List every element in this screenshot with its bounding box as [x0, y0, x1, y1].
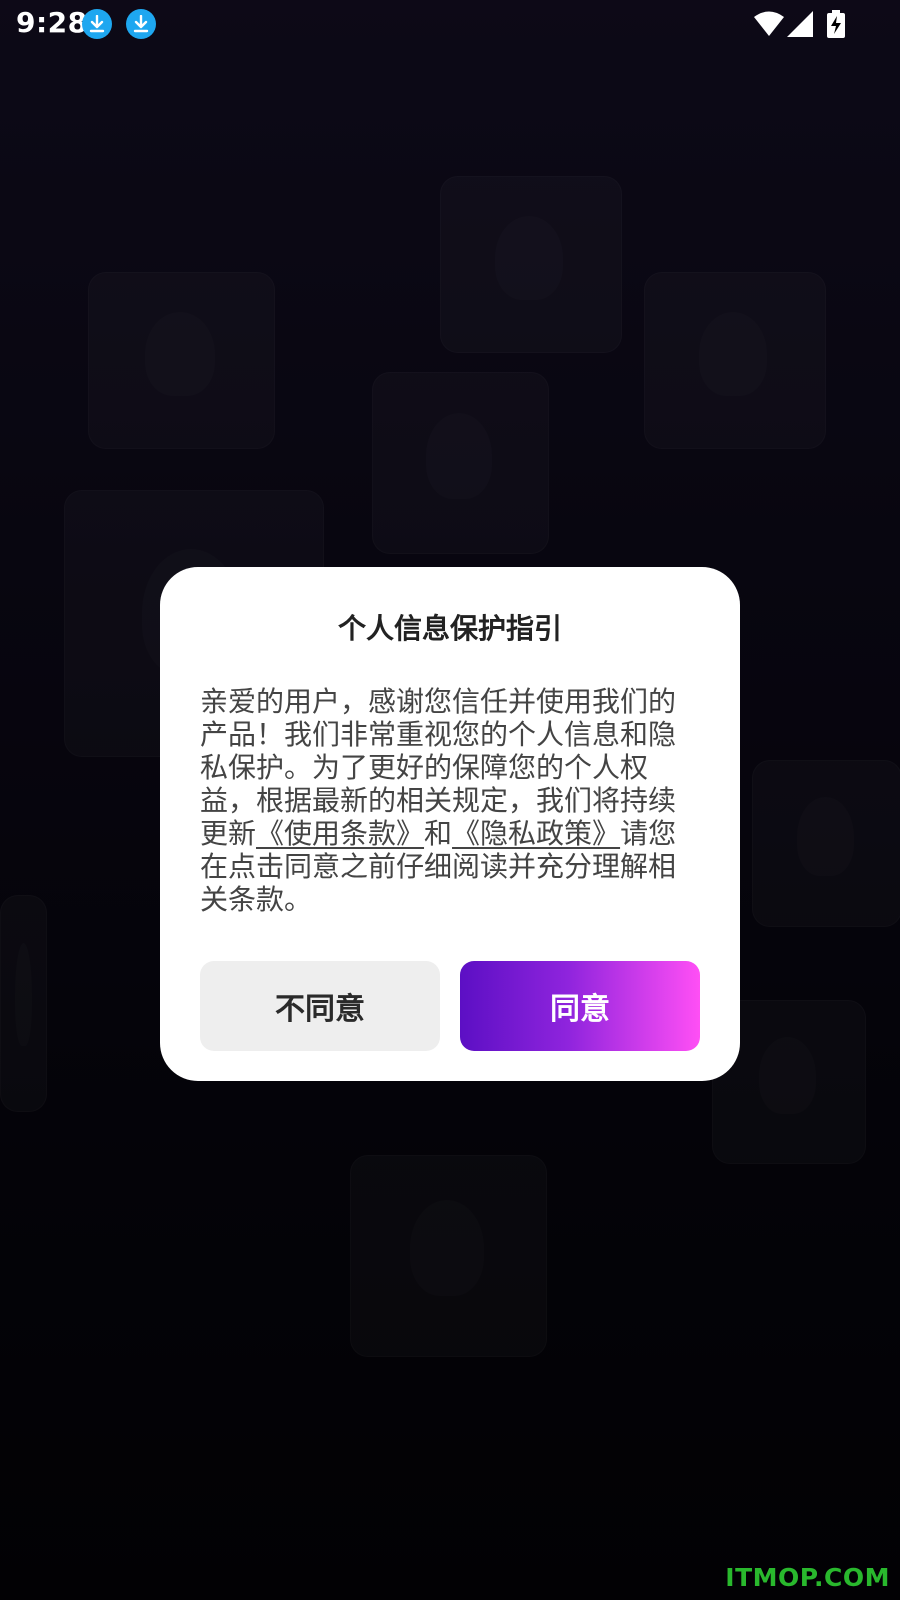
privacy-policy-link[interactable]: 《隐私政策》: [452, 817, 620, 850]
download-icon: [126, 9, 156, 39]
watermark: ITMOP.COM: [725, 1563, 890, 1592]
dialog-title: 个人信息保护指引: [337, 612, 562, 645]
wifi-icon: [754, 11, 784, 36]
disagree-button[interactable]: 不同意: [200, 961, 440, 1051]
dialog-message: 亲爱的用户，感谢您信任并使用我们的产品！我们非常重视您的个人信息和隐私保护。为了…: [200, 685, 682, 916]
status-time: 9:28: [16, 6, 88, 39]
dialog-message-text: 和: [424, 817, 453, 850]
agree-button[interactable]: 同意: [460, 961, 700, 1051]
download-icon: [82, 9, 112, 39]
battery-charging-icon: [827, 10, 845, 38]
app-screen: 9:28 个人信息保护指引 亲爱的用户，感谢您信任并使用我们的产品！我们非常重视…: [0, 0, 900, 1600]
terms-of-use-link[interactable]: 《使用条款》: [256, 817, 424, 850]
status-bar: 9:28: [0, 0, 900, 48]
signal-icon: [787, 11, 813, 37]
privacy-dialog: 个人信息保护指引 亲爱的用户，感谢您信任并使用我们的产品！我们非常重视您的个人信…: [160, 567, 740, 1081]
